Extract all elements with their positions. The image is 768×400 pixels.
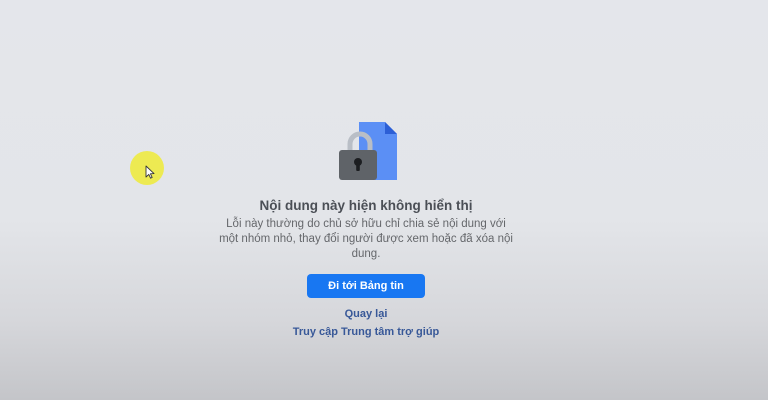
mouse-pointer-icon [145, 165, 155, 179]
go-to-feed-button[interactable]: Đi tới Bảng tin [307, 274, 425, 298]
locked-document-icon [339, 122, 397, 180]
help-center-link[interactable]: Truy cập Trung tâm trợ giúp [293, 326, 440, 338]
go-back-link[interactable]: Quay lại [345, 308, 388, 320]
notice-title: Nội dung này hiện không hiển thị [259, 198, 473, 213]
notice-description: Lỗi này thường do chủ sở hữu chỉ chia sẻ… [219, 218, 513, 260]
content-unavailable-panel: Nội dung này hiện không hiển thị Lỗi này… [0, 120, 732, 338]
